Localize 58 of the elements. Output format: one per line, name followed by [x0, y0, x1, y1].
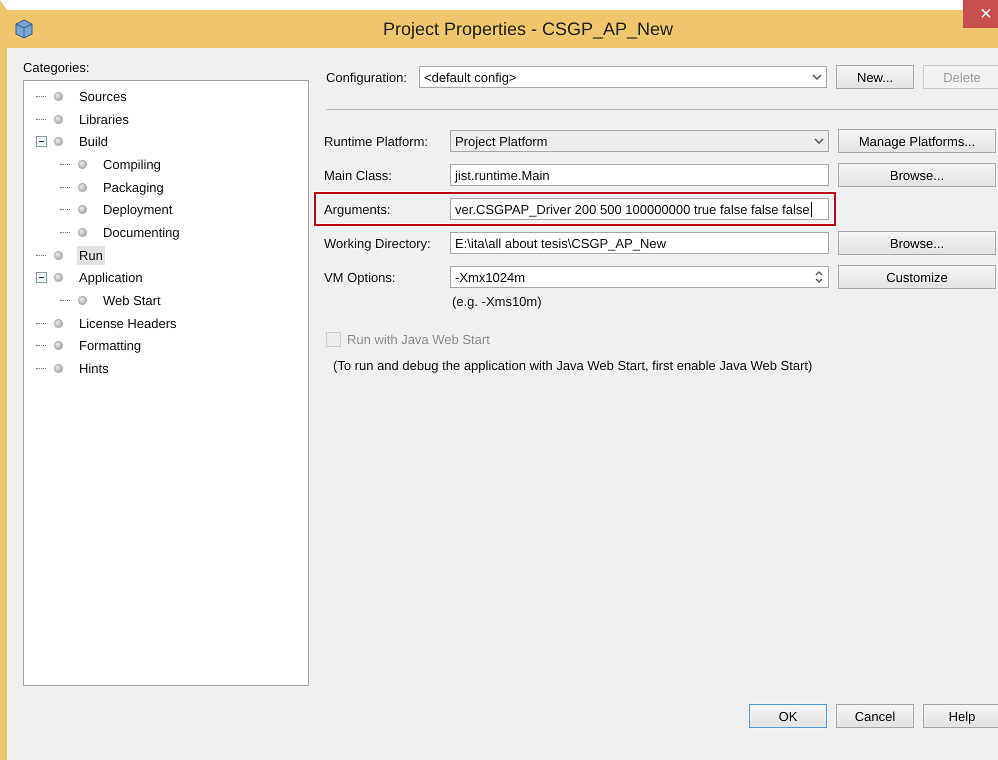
bullet-icon [54, 318, 63, 328]
field-label: Arguments: [324, 202, 392, 216]
text-field[interactable]: E:\ita\all about tesis\CSGP_AP_New [450, 232, 829, 254]
bullet-icon [54, 273, 63, 282]
text-field[interactable]: jist.runtime.Main [450, 164, 829, 186]
checkbox-label: Run with Java Web Start [347, 332, 490, 347]
collapse-icon[interactable] [36, 136, 47, 148]
tree-item[interactable]: License Headers [77, 314, 179, 333]
tree-item[interactable]: Web Start [101, 291, 163, 310]
spinner-arrows-icon[interactable] [814, 270, 824, 284]
field-label: Configuration: [326, 70, 408, 84]
bullet-icon [78, 182, 87, 192]
hint-text: (e.g. -Xms10m) [451, 294, 543, 311]
dialog-button[interactable]: Browse... [838, 231, 996, 255]
tree-item[interactable]: Sources [77, 86, 129, 106]
bullet-icon [78, 296, 87, 306]
tree-item[interactable]: Libraries [77, 110, 131, 129]
chevron-down-icon [814, 137, 824, 145]
spinner-field[interactable]: -Xmx1024m [450, 266, 829, 288]
dialog-button[interactable]: Help [923, 704, 998, 728]
dialog-button[interactable]: New... [836, 65, 914, 89]
dialog-button[interactable]: Manage Platforms... [838, 129, 996, 153]
tree-item[interactable]: Hints [77, 359, 111, 378]
bullet-icon [54, 364, 63, 374]
bullet-icon [54, 92, 63, 101]
bullet-icon [78, 228, 87, 237]
text-field[interactable]: ver.CSGPAP_Driver 200 500 100000000 true false false false [450, 198, 829, 220]
field-label: Runtime Platform: [324, 134, 430, 148]
tree-item[interactable]: Documenting [101, 222, 182, 242]
configuration-dropdown[interactable]: <default config> [419, 66, 827, 88]
cube-icon [15, 19, 33, 39]
tree-item[interactable]: Deployment [101, 200, 174, 220]
tree-item[interactable]: Build [77, 132, 110, 152]
categories-label: Categories: [23, 60, 90, 75]
chevron-down-icon [812, 73, 822, 81]
collapse-icon[interactable] [36, 272, 47, 284]
bullet-icon [54, 114, 63, 124]
field-label: VM Options: [324, 270, 397, 284]
dialog-button[interactable]: Customize [838, 265, 996, 289]
tree-item[interactable]: Packaging [101, 178, 166, 197]
bullet-icon [54, 250, 63, 260]
tree-item[interactable]: Compiling [101, 154, 163, 174]
bullet-icon [54, 137, 63, 146]
tree-item[interactable]: Application [77, 268, 145, 288]
tree-item[interactable]: Run [77, 246, 105, 265]
dialog-button[interactable]: OK [749, 704, 827, 728]
bullet-icon [54, 341, 63, 350]
dialog-button[interactable]: Cancel [836, 704, 914, 728]
field-label: Main Class: [324, 168, 393, 182]
close-button[interactable]: × [963, 0, 998, 28]
window-title: Project Properties - CSGP_AP_New [382, 18, 674, 40]
dialog-button[interactable]: Browse... [838, 163, 996, 187]
bullet-icon [78, 205, 87, 214]
bullet-icon [78, 160, 87, 169]
platform-dropdown[interactable]: Project Platform [450, 130, 829, 152]
note-text: (To run and debug the application with Java Web Start, first enable Java Web Start) [332, 358, 814, 373]
field-label: Working Directory: [324, 236, 432, 250]
tree-item[interactable]: Formatting [77, 336, 144, 356]
